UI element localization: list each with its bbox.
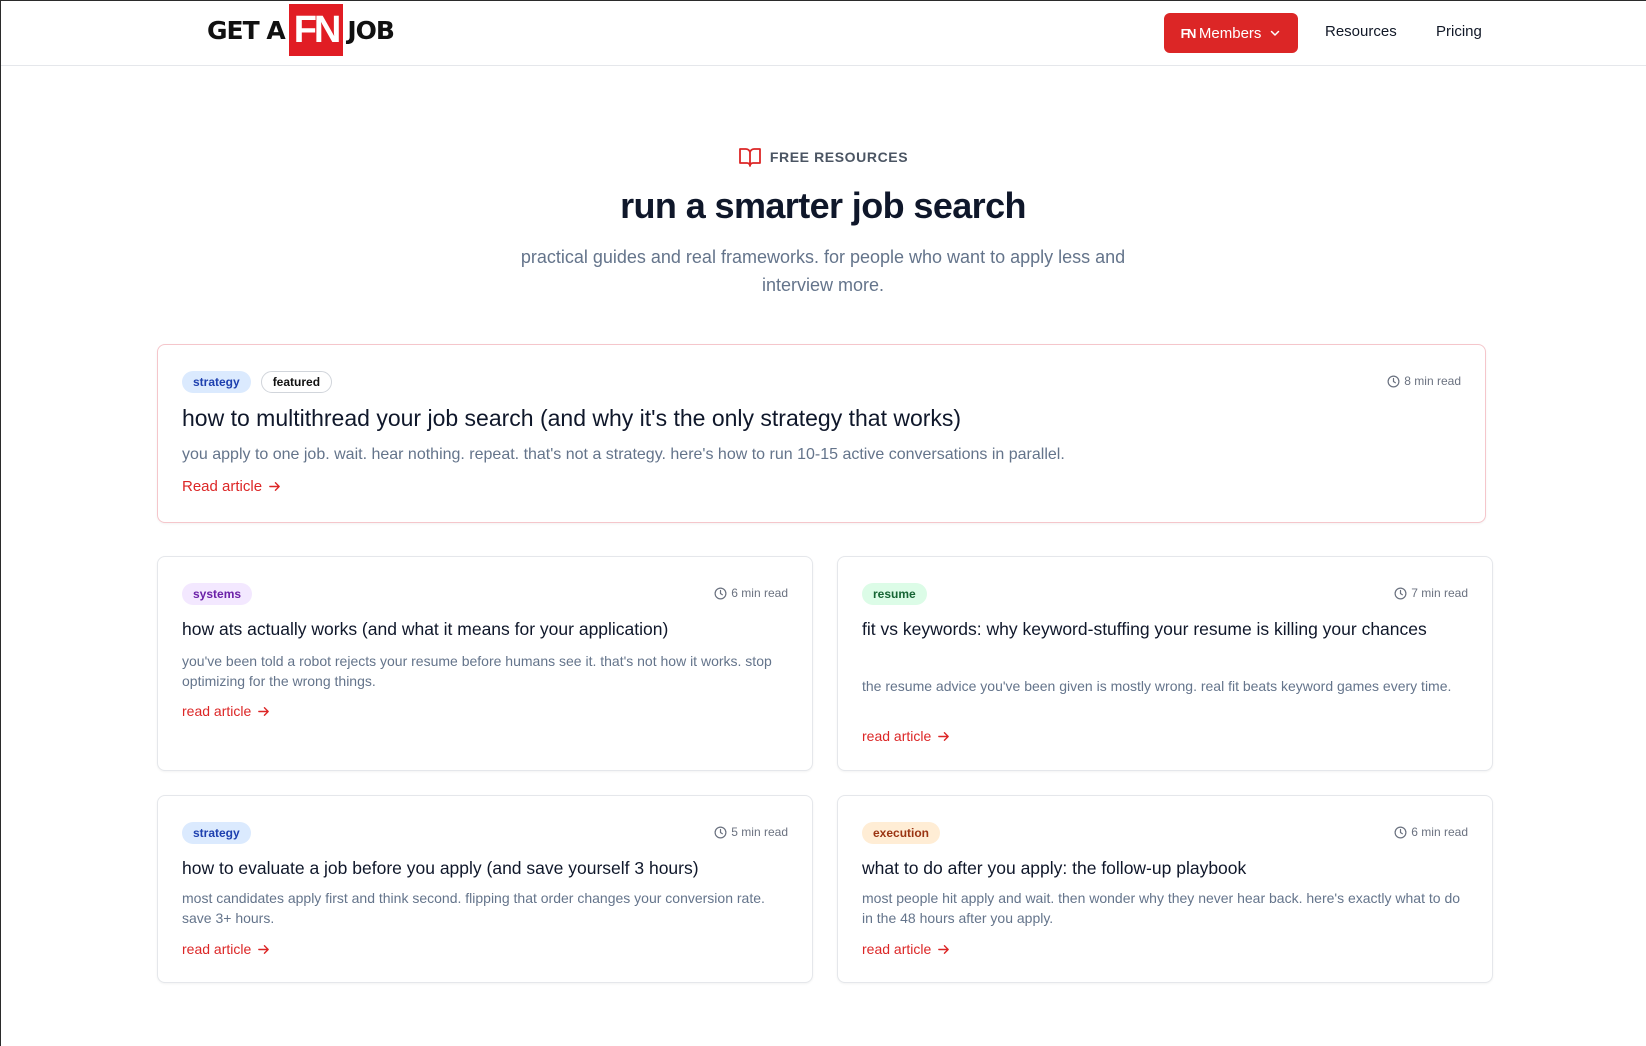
article-card[interactable]: resume 7 min read fit vs keywords: why k…: [837, 556, 1493, 771]
book-open-icon: [738, 148, 761, 167]
read-time-label: 8 min read: [1404, 374, 1461, 388]
read-article-label: read article: [182, 703, 252, 719]
logo-fn-mark: FN: [288, 4, 344, 56]
clock-icon: [1387, 375, 1400, 387]
hero-eyebrow: FREE RESOURCES: [0, 146, 1646, 168]
read-article-link[interactable]: read article: [182, 941, 270, 957]
article-title[interactable]: how to evaluate a job before you apply (…: [182, 856, 782, 881]
clock-icon: [1394, 587, 1407, 599]
read-time: 7 min read: [1394, 586, 1468, 600]
featured-article-title[interactable]: how to multithread your job search (and …: [182, 405, 961, 432]
chevron-down-icon: [1271, 30, 1280, 36]
read-article-link[interactable]: read article: [862, 941, 950, 957]
tag-strategy: strategy: [182, 371, 251, 393]
arrow-right-icon: [258, 706, 270, 716]
article-card[interactable]: execution 6 min read what to do after yo…: [837, 795, 1493, 983]
read-article-link[interactable]: read article: [862, 728, 950, 744]
read-time: 6 min read: [1394, 825, 1468, 839]
read-time-label: 7 min read: [1411, 586, 1468, 600]
article-description: most people hit apply and wait. then won…: [862, 890, 1461, 926]
article-description: most candidates apply first and think se…: [182, 890, 765, 926]
site-header: GET A FN JOB FN Members Resources Pricin…: [1, 1, 1646, 66]
clock-icon: [714, 826, 727, 838]
page-subtitle: practical guides and real frameworks. fo…: [520, 247, 1126, 295]
read-article-label: read article: [182, 941, 252, 957]
article-title[interactable]: how ats actually works (and what it mean…: [182, 617, 782, 642]
arrow-right-icon: [938, 944, 950, 954]
arrow-right-icon: [269, 482, 280, 491]
read-time: 6 min read: [714, 586, 788, 600]
read-article-link[interactable]: Read article: [182, 478, 281, 495]
tag-resume: resume: [862, 583, 927, 605]
hero-eyebrow-label: FREE RESOURCES: [769, 149, 909, 165]
featured-article-card[interactable]: strategy featured 8 min read how to mult…: [157, 344, 1486, 523]
read-time-label: 6 min read: [731, 586, 788, 600]
logo-text-right: JOB: [347, 15, 395, 45]
read-article-link[interactable]: read article: [182, 703, 270, 719]
arrow-right-icon: [258, 944, 270, 954]
nav-resources-link[interactable]: Resources: [1325, 23, 1397, 40]
tag-execution: execution: [862, 822, 941, 844]
featured-tags: strategy featured: [182, 371, 333, 393]
clock-icon: [1394, 826, 1407, 838]
logo-text-left: GET A: [207, 15, 286, 45]
article-description: the resume advice you've been given is m…: [862, 678, 1452, 694]
tag-strategy: strategy: [182, 822, 251, 844]
nav-pricing-link[interactable]: Pricing: [1436, 23, 1482, 40]
read-time: 8 min read: [1387, 374, 1461, 388]
site-logo[interactable]: GET A FN JOB: [207, 4, 395, 56]
members-fn-badge: FN: [1180, 25, 1197, 41]
read-time: 5 min read: [714, 825, 788, 839]
arrow-right-icon: [938, 731, 950, 741]
page-title: run a smarter job search: [620, 185, 1026, 226]
read-article-label: read article: [862, 941, 932, 957]
article-title[interactable]: what to do after you apply: the follow-u…: [862, 856, 1462, 881]
clock-icon: [714, 587, 727, 599]
article-title[interactable]: fit vs keywords: why keyword-stuffing yo…: [862, 617, 1462, 642]
members-dropdown-button[interactable]: FN Members: [1164, 13, 1298, 53]
read-time-label: 6 min read: [1411, 825, 1468, 839]
article-card[interactable]: strategy 5 min read how to evaluate a jo…: [157, 795, 813, 983]
members-label: Members: [1198, 24, 1262, 42]
article-card[interactable]: systems 6 min read how ats actually work…: [157, 556, 813, 771]
tag-systems: systems: [182, 583, 253, 605]
article-description: you've been told a robot rejects your re…: [182, 653, 772, 689]
read-article-label: Read article: [182, 478, 263, 495]
read-time-label: 5 min read: [731, 825, 788, 839]
featured-article-description: you apply to one job. wait. hear nothing…: [182, 446, 1065, 463]
read-article-label: read article: [862, 728, 932, 744]
tag-featured: featured: [260, 371, 333, 393]
